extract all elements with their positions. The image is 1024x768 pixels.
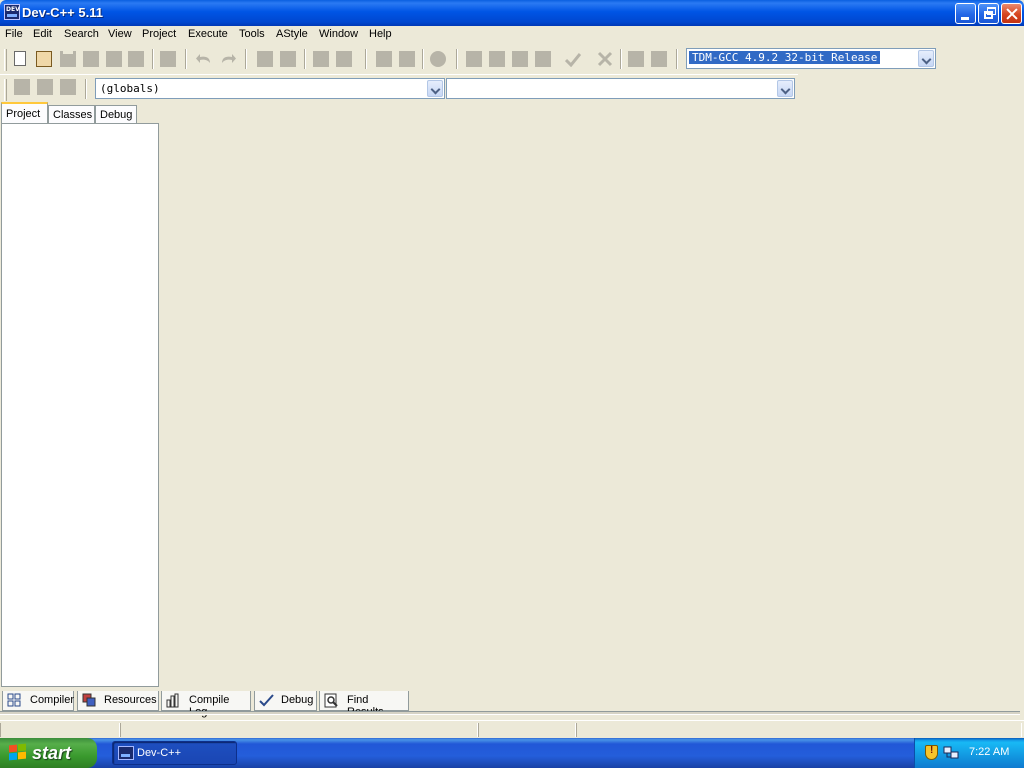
find-icon[interactable] [257, 51, 273, 67]
network-icon[interactable] [943, 745, 959, 760]
scope-select-value: (globals) [100, 82, 160, 95]
main-toolbar: TDM-GCC 4.9.2 32-bit Release [0, 45, 940, 73]
close-file-icon[interactable] [106, 51, 122, 67]
run-icon[interactable] [489, 51, 505, 67]
menu-astyle[interactable]: AStyle [276, 28, 308, 40]
magnifier-icon [324, 693, 338, 708]
grid-icon [7, 693, 21, 707]
syntax-check-icon[interactable] [565, 51, 581, 67]
system-tray: 7:22 AM [914, 738, 1024, 768]
rebuild-all-icon[interactable] [535, 51, 551, 67]
minimize-icon [961, 17, 969, 20]
unindent-icon[interactable] [376, 51, 392, 67]
stop-execution-icon[interactable] [597, 51, 613, 67]
menu-edit[interactable]: Edit [33, 28, 52, 40]
title-bar[interactable]: DEV Dev-C++ 5.11 [0, 0, 1024, 26]
tab-compiler[interactable]: Compiler [2, 691, 74, 711]
chevron-down-icon[interactable] [918, 50, 934, 67]
windows-logo-icon [9, 743, 27, 761]
taskbar-item-label: Dev-C++ [137, 747, 182, 759]
resources-icon [82, 693, 96, 707]
open-file-icon[interactable] [36, 51, 52, 67]
menu-bar: File Edit Search View Project Execute To… [0, 26, 1024, 44]
start-label: start [32, 743, 72, 763]
security-shield-icon[interactable] [925, 745, 938, 760]
chevron-down-icon[interactable] [777, 80, 793, 97]
new-file-icon[interactable] [14, 51, 26, 66]
close-button[interactable] [1001, 3, 1022, 24]
dev-cpp-app-icon [118, 746, 134, 760]
clock[interactable]: 7:22 AM [969, 746, 1009, 758]
chevron-down-icon[interactable] [427, 80, 443, 97]
tab-find-results[interactable]: Find Results [319, 691, 409, 718]
project-tree-panel[interactable] [1, 123, 159, 687]
menu-window[interactable]: Window [319, 28, 358, 40]
save-all-icon[interactable] [83, 51, 99, 67]
menu-tools[interactable]: Tools [239, 28, 265, 40]
status-cell-position [0, 723, 120, 737]
taskbar: start Dev-C++ 7:22 AM [0, 738, 1024, 768]
status-bar [0, 720, 1024, 738]
goto-line-icon[interactable] [336, 51, 352, 67]
status-cell-message [576, 723, 1022, 737]
indent-icon[interactable] [399, 51, 415, 67]
menu-project[interactable]: Project [142, 28, 176, 40]
menu-file[interactable]: File [5, 28, 23, 40]
toggle-comment-icon[interactable] [430, 51, 446, 67]
dev-cpp-app-icon[interactable]: DEV [4, 4, 20, 20]
tab-project[interactable]: Project [1, 102, 48, 124]
tab-debug-output[interactable]: Debug [254, 691, 317, 711]
class-toolbar: (globals) [0, 74, 798, 102]
save-icon[interactable] [60, 51, 76, 67]
new-class-icon[interactable] [14, 79, 30, 95]
checkmark-icon [259, 694, 274, 707]
window-title: Dev-C++ 5.11 [22, 5, 103, 20]
print-icon[interactable] [160, 51, 176, 67]
bar-chart-icon [166, 693, 179, 708]
compiler-select[interactable]: TDM-GCC 4.9.2 32-bit Release [686, 48, 936, 69]
start-button[interactable]: start [0, 738, 97, 768]
status-cell-info [120, 723, 478, 737]
menu-execute[interactable]: Execute [188, 28, 228, 40]
tab-debug[interactable]: Debug [95, 105, 137, 124]
tab-compile-log[interactable]: Compile Log [161, 691, 251, 718]
menu-search[interactable]: Search [64, 28, 99, 40]
minimize-button[interactable] [955, 3, 976, 24]
close-all-icon[interactable] [128, 51, 144, 67]
restore-button[interactable] [978, 3, 999, 24]
bottom-panel-splitter[interactable] [0, 711, 1020, 715]
find-next-icon[interactable] [313, 51, 329, 67]
insert-icon[interactable] [37, 79, 53, 95]
restore-icon [984, 11, 993, 19]
compile-icon[interactable] [466, 51, 482, 67]
status-cell-lines [478, 723, 576, 737]
toggle-bookmark-icon[interactable] [60, 79, 76, 95]
redo-icon[interactable] [220, 51, 236, 67]
member-select[interactable] [446, 78, 795, 99]
menu-help[interactable]: Help [369, 28, 392, 40]
taskbar-item-dev-cpp[interactable]: Dev-C++ [112, 741, 237, 765]
tab-resources[interactable]: Resources [77, 691, 159, 711]
menu-view[interactable]: View [108, 28, 132, 40]
scope-select[interactable]: (globals) [95, 78, 445, 99]
compile-run-icon[interactable] [512, 51, 528, 67]
undo-icon[interactable] [196, 51, 212, 67]
tab-classes[interactable]: Classes [48, 105, 95, 124]
replace-icon[interactable] [280, 51, 296, 67]
debug-icon[interactable] [628, 51, 644, 67]
compiler-select-value: TDM-GCC 4.9.2 32-bit Release [689, 51, 881, 64]
profile-icon[interactable] [651, 51, 667, 67]
